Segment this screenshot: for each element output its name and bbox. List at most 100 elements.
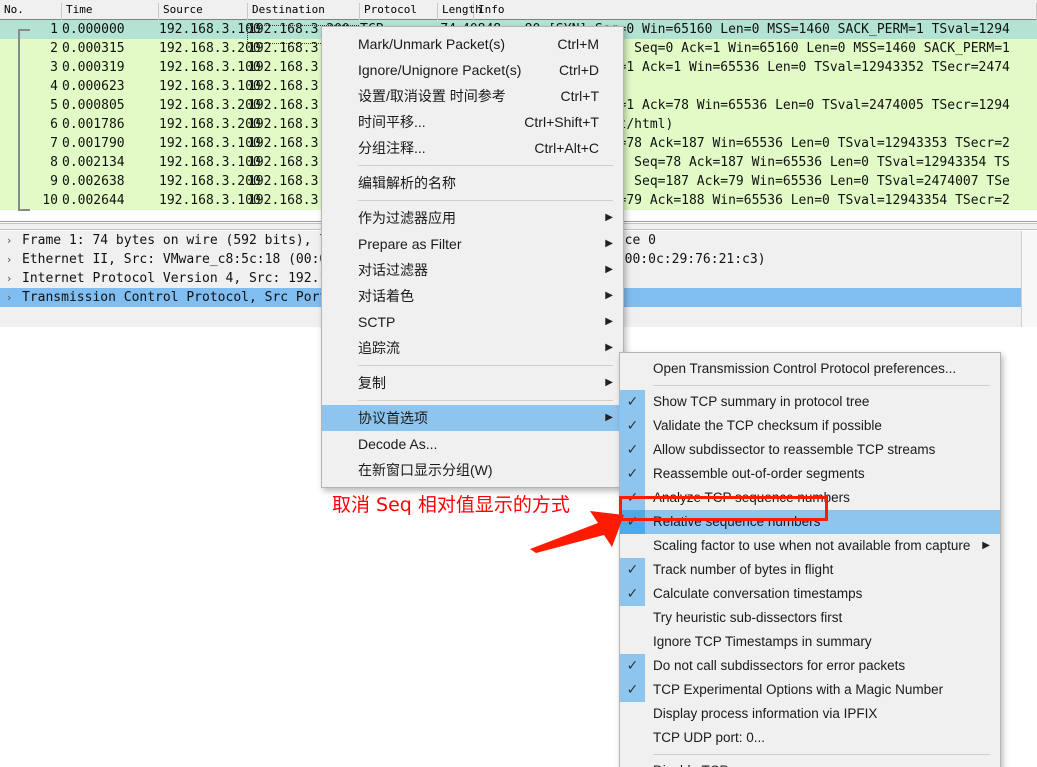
menu-item-shortcut: Ctrl+Shift+T bbox=[524, 114, 599, 130]
column-header-info[interactable]: Info bbox=[474, 3, 1037, 20]
menu-item-label: 在新窗口显示分组(W) bbox=[358, 462, 493, 478]
preference-menu-item[interactable]: ✓ Reassemble out-of-order segments bbox=[620, 462, 1000, 486]
checkmark-icon[interactable]: ✓ bbox=[620, 438, 645, 462]
context-menu-item[interactable]: 作为过滤器应用 ▶ bbox=[322, 205, 623, 231]
menu-item-shortcut: Ctrl+M bbox=[557, 36, 599, 52]
menu-item-label: Mark/Unmark Packet(s) bbox=[358, 36, 506, 52]
submenu-chevron-right-icon: ▶ bbox=[605, 316, 613, 327]
context-menu-item[interactable]: 设置/取消设置 时间参考 Ctrl+T bbox=[322, 83, 623, 109]
packet-cell-no: 6 bbox=[50, 117, 58, 132]
menu-separator bbox=[358, 400, 613, 401]
checkmark-icon[interactable] bbox=[620, 726, 645, 750]
packet-list-header[interactable]: No. Time Source Destination Protocol Length In… bbox=[0, 0, 1037, 20]
submenu-chevron-right-icon: ▶ bbox=[605, 342, 613, 353]
checkmark-icon[interactable] bbox=[620, 702, 645, 726]
checkmark-icon[interactable]: ✓ bbox=[620, 678, 645, 702]
menu-item-shortcut: Ctrl+T bbox=[560, 88, 600, 104]
preference-menu-item[interactable]: Ignore TCP Timestamps in summary bbox=[620, 630, 1000, 654]
preference-menu-item[interactable]: ✓ Analyze TCP sequence numbers bbox=[620, 486, 1000, 510]
preference-menu-item-label: Track number of bytes in flight bbox=[653, 562, 834, 577]
packet-cell-time: 0.000623 bbox=[62, 79, 125, 94]
context-menu-item[interactable]: 协议首选项 ▶ bbox=[322, 405, 623, 431]
preference-menu-item-label: Disable TCP... bbox=[653, 763, 738, 767]
expand-chevron-right-icon[interactable]: › bbox=[7, 231, 19, 250]
checkmark-icon[interactable]: ✓ bbox=[620, 582, 645, 606]
checkmark-icon[interactable]: ✓ bbox=[620, 654, 645, 678]
preference-menu-item[interactable]: ✓ TCP Experimental Options with a Magic N… bbox=[620, 678, 1000, 702]
preference-menu-item[interactable]: Open Transmission Control Protocol prefe… bbox=[620, 357, 1000, 381]
packet-context-menu[interactable]: Mark/Unmark Packet(s) Ctrl+M Ignore/Unigno… bbox=[321, 26, 624, 488]
preference-menu-item[interactable]: ✓ Show TCP summary in protocol tree bbox=[620, 390, 1000, 414]
preference-menu-item[interactable]: ✓ Relative sequence numbers bbox=[620, 510, 1000, 534]
column-header-no[interactable]: No. bbox=[0, 3, 62, 20]
preference-menu-item[interactable]: ✓ Calculate conversation timestamps bbox=[620, 582, 1000, 606]
packet-cell-time: 0.000000 bbox=[62, 22, 125, 37]
preference-menu-item[interactable]: Scaling factor to use when not available… bbox=[620, 534, 1000, 558]
context-menu-item[interactable]: 复制 ▶ bbox=[322, 370, 623, 396]
checkmark-icon[interactable]: ✓ bbox=[620, 390, 645, 414]
context-menu-item[interactable]: Mark/Unmark Packet(s) Ctrl+M bbox=[322, 31, 623, 57]
preference-menu-item-label: Analyze TCP sequence numbers bbox=[653, 490, 850, 505]
preference-menu-item[interactable]: ✓ Do not call subdissectors for error pac… bbox=[620, 654, 1000, 678]
packet-cell-no: 2 bbox=[50, 41, 58, 56]
checkmark-icon[interactable]: ✓ bbox=[620, 558, 645, 582]
menu-item-shortcut: Ctrl+D bbox=[558, 62, 599, 78]
context-menu-item[interactable]: 在新窗口显示分组(W) bbox=[322, 457, 623, 483]
menu-separator bbox=[358, 165, 613, 166]
context-menu-item[interactable]: SCTP ▶ bbox=[322, 309, 623, 335]
menu-item-label: 协议首选项 bbox=[358, 410, 428, 426]
context-menu-item[interactable]: 对话着色 ▶ bbox=[322, 283, 623, 309]
expand-chevron-right-icon[interactable]: › bbox=[7, 269, 19, 288]
menu-item-shortcut: Ctrl+Alt+C bbox=[534, 140, 599, 156]
packet-cell-no: 7 bbox=[50, 136, 58, 151]
expand-chevron-right-icon[interactable]: › bbox=[7, 288, 19, 307]
context-menu-item[interactable]: Decode As... bbox=[322, 431, 623, 457]
checkmark-icon[interactable]: ✓ bbox=[620, 462, 645, 486]
checkmark-icon[interactable] bbox=[620, 606, 645, 630]
expand-chevron-right-icon[interactable]: › bbox=[7, 250, 19, 269]
menu-item-label: Prepare as Filter bbox=[358, 236, 462, 252]
packet-cell-time: 0.002644 bbox=[62, 193, 125, 208]
checkmark-icon[interactable]: ✓ bbox=[620, 414, 645, 438]
preference-menu-item-label: Validate the TCP checksum if possible bbox=[653, 418, 882, 433]
menu-separator bbox=[358, 200, 613, 201]
menu-separator bbox=[653, 385, 990, 386]
context-menu-item[interactable]: Prepare as Filter ▶ bbox=[322, 231, 623, 257]
preference-menu-item[interactable]: ✓ Track number of bytes in flight bbox=[620, 558, 1000, 582]
preference-menu-item[interactable]: TCP UDP port: 0... bbox=[620, 726, 1000, 750]
context-menu-item[interactable]: 时间平移... Ctrl+Shift+T bbox=[322, 109, 623, 135]
menu-item-label: SCTP bbox=[358, 314, 396, 330]
checkmark-icon[interactable] bbox=[620, 630, 645, 654]
column-header-time[interactable]: Time bbox=[62, 3, 159, 20]
packet-cell-time: 0.000805 bbox=[62, 98, 125, 113]
preference-menu-item[interactable]: ✓ Allow subdissector to reassemble TCP st… bbox=[620, 438, 1000, 462]
preference-menu-item-label: Show TCP summary in protocol tree bbox=[653, 394, 870, 409]
preference-menu-item[interactable]: Disable TCP... bbox=[620, 759, 1000, 767]
checkmark-icon[interactable] bbox=[620, 759, 645, 767]
column-header-protocol[interactable]: Protocol bbox=[360, 3, 438, 20]
context-menu-item[interactable]: 编辑解析的名称 bbox=[322, 170, 623, 196]
column-header-length[interactable]: Length bbox=[438, 3, 482, 20]
menu-item-label: 对话着色 bbox=[358, 288, 414, 304]
preference-menu-item[interactable]: ✓ Validate the TCP checksum if possible bbox=[620, 414, 1000, 438]
checkmark-icon[interactable] bbox=[620, 357, 645, 381]
context-menu-item[interactable]: 追踪流 ▶ bbox=[322, 335, 623, 361]
packet-cell-time: 0.002638 bbox=[62, 174, 125, 189]
detail-scrollbar[interactable] bbox=[1021, 231, 1037, 341]
tcp-protocol-preferences-submenu[interactable]: Open Transmission Control Protocol prefe… bbox=[619, 352, 1001, 767]
context-menu-item[interactable]: Ignore/Unignore Packet(s) Ctrl+D bbox=[322, 57, 623, 83]
packet-cell-no: 9 bbox=[50, 174, 58, 189]
packet-cell-no: 8 bbox=[50, 155, 58, 170]
preference-menu-item-label: Open Transmission Control Protocol prefe… bbox=[653, 361, 957, 376]
preference-menu-item[interactable]: Display process information via IPFIX bbox=[620, 702, 1000, 726]
preference-menu-item-label: Do not call subdissectors for error pack… bbox=[653, 658, 906, 673]
column-header-destination[interactable]: Destination bbox=[248, 3, 360, 20]
column-header-source[interactable]: Source bbox=[159, 3, 248, 20]
packet-cell-no: 5 bbox=[50, 98, 58, 113]
preference-menu-item[interactable]: Try heuristic sub-dissectors first bbox=[620, 606, 1000, 630]
annotation-label: 取消 Seq 相对值显示的方式 bbox=[332, 494, 570, 516]
context-menu-item[interactable]: 分组注释... Ctrl+Alt+C bbox=[322, 135, 623, 161]
context-menu-item[interactable]: 对话过滤器 ▶ bbox=[322, 257, 623, 283]
packet-cell-time: 0.001786 bbox=[62, 117, 125, 132]
packet-cell-no: 4 bbox=[50, 79, 58, 94]
